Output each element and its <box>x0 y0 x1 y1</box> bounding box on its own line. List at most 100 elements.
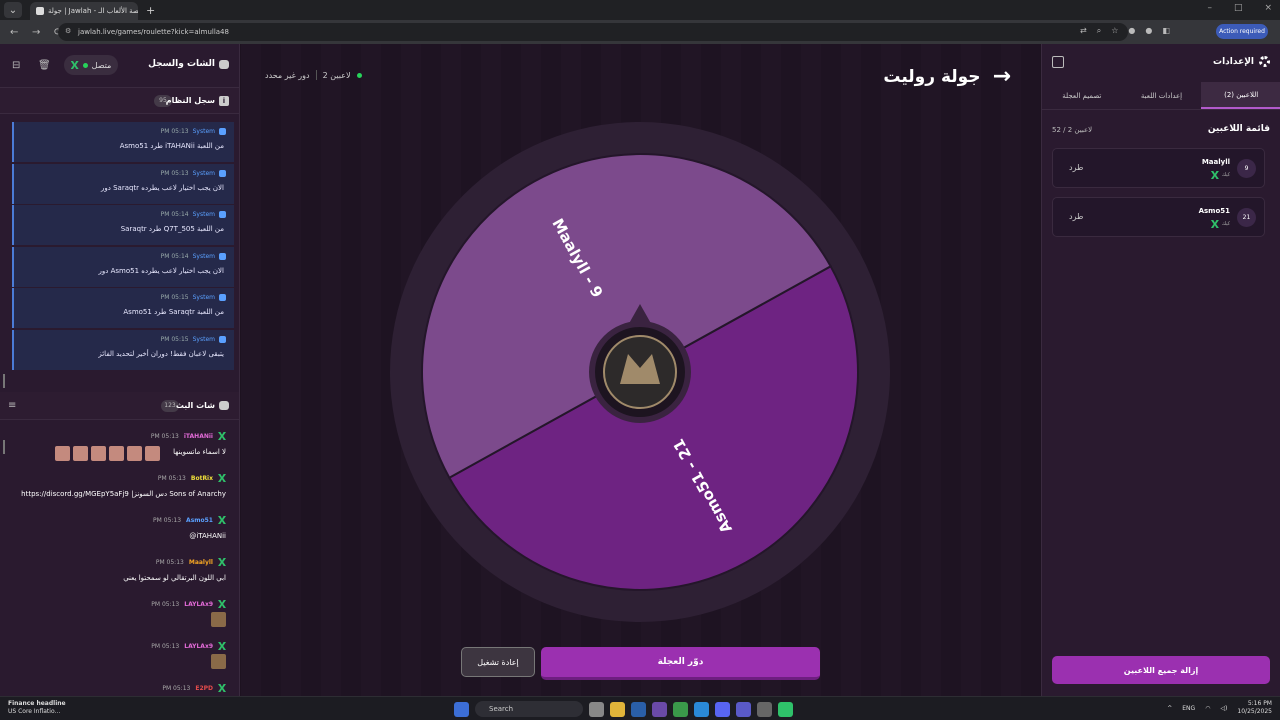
stream-chat-header[interactable]: ≡ 123 شات البث <box>0 392 239 420</box>
tab-game-settings[interactable]: إعدادات اللعبة <box>1122 82 1202 109</box>
discord-icon[interactable] <box>715 701 730 717</box>
system-log-header[interactable]: 95 سجل النظام i <box>0 88 239 114</box>
message-sender: System <box>192 294 215 302</box>
online-dot-icon <box>356 72 362 78</box>
message-sender: System <box>192 211 215 219</box>
chat-username[interactable]: Maalyll <box>189 559 213 566</box>
message-meta: PM 05:13 E2PD <box>162 684 226 692</box>
taskbar: Finance headline US Core Inflatio... Sear… <box>0 696 1280 720</box>
message-text: Asmo51 طرد iTAHANii من اللعبة <box>119 142 224 150</box>
action-required-button[interactable]: Action required <box>1216 24 1268 39</box>
extensions-area: ⇄ ⌕ ☆ ● ● ◧ <box>1080 26 1170 36</box>
browser-tab[interactable]: جولة | Jawlah - منصة الألعاب الـ× <box>30 2 138 20</box>
player-name: Asmo51 <box>1198 207 1230 215</box>
chat-username[interactable]: iTAHANii <box>184 433 213 440</box>
language-indicator[interactable]: ENG <box>1182 705 1195 712</box>
message-meta: PM 05:13 BotRix <box>158 474 226 482</box>
message-time: PM 05:15 <box>160 335 189 343</box>
minimize-button[interactable]: – <box>1207 3 1212 13</box>
system-icon <box>219 211 226 219</box>
player-card: 21 Asmo51 كيك طرد <box>1052 197 1265 237</box>
system-log-item: PM 05:15 System يتبقى لاعبان فقط! دوران أخ… <box>12 329 234 370</box>
scrollbar[interactable] <box>3 440 5 454</box>
trash-icon[interactable]: 🗑 <box>38 60 51 71</box>
site-info-icon[interactable]: ⚙ <box>65 27 71 35</box>
system-log-list[interactable]: PM 05:13 System Asmo51 طرد iTAHANii من الل… <box>12 122 234 380</box>
chat-message[interactable]: PM 05:13 BotRix https://discord.gg/MGEpY5a… <box>21 474 226 514</box>
message-sender: System <box>192 128 215 135</box>
clock-date: 10/25/2025 <box>1237 708 1272 715</box>
players-count: 52 / 2 لاعبين <box>1052 126 1093 134</box>
collapse-panel-icon[interactable] <box>1052 56 1064 68</box>
chat-username[interactable]: Asmo51 <box>186 517 213 524</box>
roulette-wheel[interactable]: Asmo51 - 21Maalyll - 9 <box>390 122 890 622</box>
chrome-icon[interactable] <box>673 701 688 717</box>
kick-badge-icon <box>218 516 226 524</box>
chat-message[interactable]: PM 05:13 Maalyll ابي اللون البرتقالي لو سم… <box>30 558 226 598</box>
file-explorer-icon[interactable] <box>610 701 625 717</box>
app-icon[interactable] <box>652 701 667 717</box>
taskbar-search[interactable]: Search <box>475 701 583 717</box>
obs-icon[interactable] <box>757 701 772 717</box>
stream-chat-title: شات البث <box>175 401 215 410</box>
forward-button[interactable]: → <box>32 27 44 38</box>
tray-chevron-icon[interactable]: ^ <box>1167 705 1172 712</box>
app-icon[interactable] <box>589 701 604 717</box>
new-tab-button[interactable]: + <box>146 4 155 17</box>
collapse-panel-icon[interactable]: ⊟ <box>12 60 20 71</box>
teams-icon[interactable] <box>736 701 751 717</box>
tab-players[interactable]: اللاعبين (2) <box>1201 82 1280 109</box>
windows-start-icon[interactable] <box>454 701 469 717</box>
spin-wheel-button[interactable]: دوّر العجلة <box>541 647 820 680</box>
extension-icon[interactable]: ● <box>1128 26 1135 36</box>
system-log-title: سجل النظام <box>165 96 215 105</box>
tab-search-button[interactable]: ⌄ <box>4 2 22 18</box>
message-time: PM 05:13 <box>160 169 189 177</box>
remove-all-players-button[interactable]: إزالة جميع اللاعبين <box>1052 656 1270 684</box>
zoom-icon[interactable]: ⌕ <box>1097 26 1101 36</box>
filter-icon[interactable]: ≡ <box>8 400 16 411</box>
chat-message[interactable]: PM 05:13 iTAHANii لا اسماء ماتسوينها <box>30 432 226 472</box>
bookmark-icon[interactable]: ☆ <box>1111 26 1118 36</box>
connection-status: متصل <box>91 60 112 70</box>
game-status: دور غير محدد 2 لاعبين <box>265 70 362 80</box>
message-time: PM 05:13 <box>160 128 189 135</box>
arrow-right-icon[interactable]: → <box>993 64 1011 89</box>
stream-chat-list[interactable]: PM 05:13 iTAHANii لا اسماء ماتسوينها PM 05:… <box>0 424 240 696</box>
kick-badge-icon <box>218 600 226 608</box>
wifi-icon[interactable]: ◠ <box>1205 705 1210 712</box>
back-button[interactable]: ← <box>10 27 22 38</box>
tab-bar: ⌄ جولة | Jawlah - منصة الألعاب الـ× + <box>0 0 1280 20</box>
chat-message[interactable]: PM 05:13 LAYLAx9 <box>30 600 226 640</box>
chat-username[interactable]: BotRix <box>191 475 213 482</box>
close-button[interactable]: × <box>1264 3 1272 13</box>
kick-logo-icon <box>1210 220 1219 228</box>
kick-player-button[interactable]: طرد <box>1069 212 1083 221</box>
puzzle-icon[interactable]: ◧ <box>1162 26 1170 36</box>
volume-icon[interactable]: ◁) <box>1220 705 1227 712</box>
system-icon <box>219 335 226 343</box>
tab-title: جولة | Jawlah - منصة الألعاب الـ <box>48 7 138 15</box>
kick-logo-icon <box>70 61 79 69</box>
chat-message[interactable]: PM 05:13 E2PD <box>30 684 226 696</box>
chat-username[interactable]: LAYLAx9 <box>184 643 213 650</box>
scrollbar[interactable] <box>3 374 5 388</box>
tab-wheel-design[interactable]: تصميم العجلة <box>1042 82 1122 109</box>
chat-message[interactable]: PM 05:13 Asmo51 @iTAHANii <box>30 516 226 556</box>
chat-panel-title: الشات والسجل <box>148 59 229 69</box>
edge-icon[interactable] <box>694 701 709 717</box>
replay-button[interactable]: إعادة تشغيل <box>461 647 535 677</box>
url-field[interactable]: ⚙ jawlah.live/games/roulette?kick=almulla… <box>58 23 1128 41</box>
emote-icon <box>73 446 88 461</box>
chat-username[interactable]: E2PD <box>195 685 213 692</box>
steam-icon[interactable] <box>631 701 646 717</box>
chat-username[interactable]: LAYLAx9 <box>184 601 213 608</box>
kick-app-icon[interactable] <box>778 701 793 717</box>
kick-player-button[interactable]: طرد <box>1069 163 1083 172</box>
translate-icon[interactable]: ⇄ <box>1080 26 1087 36</box>
clock[interactable]: 5:16 PM 10/25/2025 <box>1237 700 1272 716</box>
extension-icon[interactable]: ● <box>1145 26 1152 36</box>
chat-message[interactable]: PM 05:13 LAYLAx9 <box>30 642 226 682</box>
news-widget[interactable]: Finance headline US Core Inflatio... <box>8 700 66 716</box>
maximize-button[interactable]: □ <box>1234 3 1243 13</box>
